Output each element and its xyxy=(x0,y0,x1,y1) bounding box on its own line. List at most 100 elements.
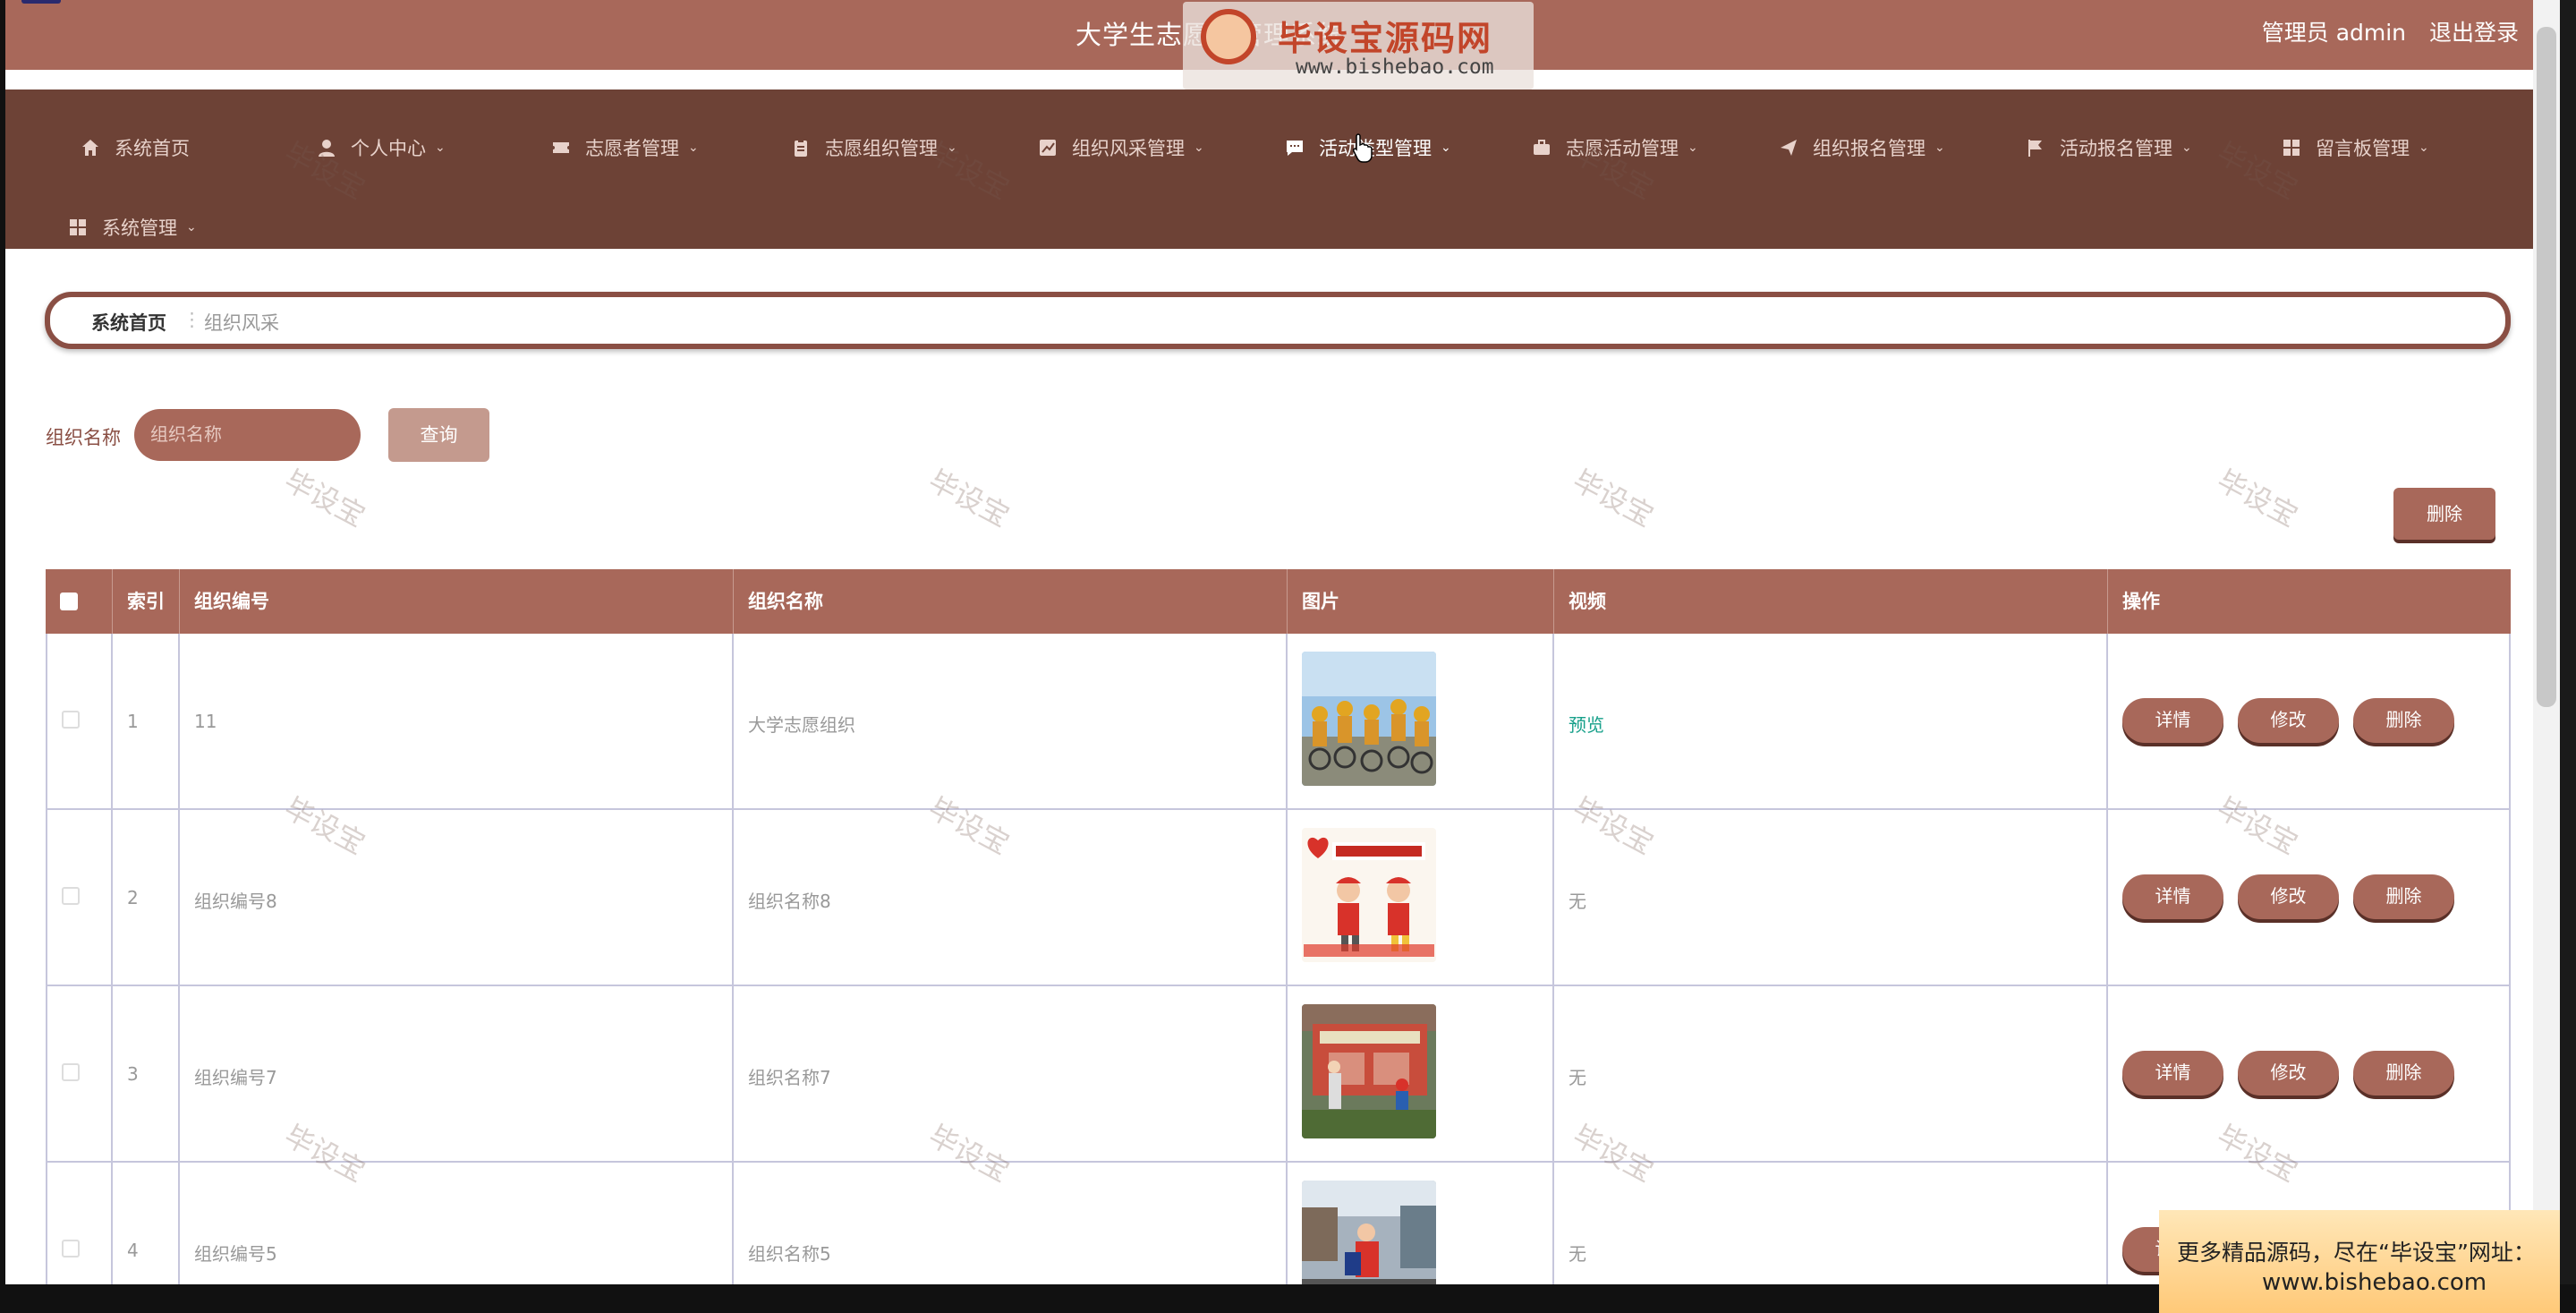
video-text: 无 xyxy=(1569,891,1586,912)
delete-button[interactable]: 删除 xyxy=(2353,698,2454,743)
video-cell: 无 xyxy=(1554,986,2108,1163)
chevron-down-icon: ⌄ xyxy=(1194,141,1204,155)
column-header: 组织名称 xyxy=(734,569,1288,634)
nav-item-system[interactable]: 系统管理 ⌄ xyxy=(68,209,197,245)
code-cell: 11 xyxy=(180,634,734,810)
index-cell: 3 xyxy=(113,986,180,1163)
main-nav: 系统首页 个人中心 ⌄ 志愿者管理 ⌄ 志愿组织管理 ⌄ 组织风采管理 ⌄ 活动… xyxy=(5,90,2551,249)
column-header: 操作 xyxy=(2122,591,2160,612)
video-text: 无 xyxy=(1569,1067,1586,1088)
watermark-text: 毕设宝 xyxy=(2211,463,2304,534)
name-cell: 大学志愿组织 xyxy=(734,634,1288,810)
index-cell: 2 xyxy=(113,810,180,986)
mouse-cursor-icon xyxy=(1353,133,1373,163)
nav-label: 志愿者管理 xyxy=(585,138,679,159)
bulk-delete-button[interactable]: 删除 xyxy=(2393,488,2495,540)
image-cell xyxy=(1288,986,1554,1163)
nav-item-activity-signup[interactable]: 活动报名管理 ⌄ xyxy=(2026,130,2192,166)
send-icon xyxy=(1779,138,1798,158)
corner-fragment xyxy=(21,0,61,4)
nav-item-home[interactable]: 系统首页 xyxy=(81,130,190,166)
name-cell: 组织名称7 xyxy=(734,986,1288,1163)
nav-label: 留言板管理 xyxy=(2316,138,2410,159)
delete-button[interactable]: 删除 xyxy=(2353,1051,2454,1096)
user-label: 管理员 admin xyxy=(2261,20,2407,46)
edit-button[interactable]: 修改 xyxy=(2238,874,2339,919)
code-text: 11 xyxy=(194,711,217,732)
index-text: 4 xyxy=(127,1240,139,1261)
watermark-text: 毕设宝 xyxy=(278,463,371,534)
grid-icon xyxy=(68,217,88,237)
chevron-down-icon: ⌄ xyxy=(1934,141,1945,155)
chevron-down-icon: ⌄ xyxy=(2181,141,2192,155)
detail-button[interactable]: 详情 xyxy=(2122,1051,2223,1096)
right-edge xyxy=(2560,0,2576,1313)
cyclists-photo[interactable] xyxy=(1302,652,1436,786)
row-checkbox[interactable] xyxy=(62,887,80,905)
nav-item-org-showcase[interactable]: 组织风采管理 ⌄ xyxy=(1038,130,1204,166)
index-cell: 1 xyxy=(113,634,180,810)
chevron-down-icon: ⌄ xyxy=(1688,141,1698,155)
table-row: 1 11 大学志愿组织 预览 详情 修改 删除 xyxy=(46,634,2511,810)
code-text: 组织编号5 xyxy=(194,1243,277,1265)
column-header: 图片 xyxy=(1288,569,1554,634)
header-checkbox-cell xyxy=(46,569,113,634)
breadcrumb: 系统首页 ⋮ 组织风采 xyxy=(45,292,2511,349)
search-label: 组织名称 xyxy=(46,427,121,448)
clipboard-icon xyxy=(791,138,811,158)
nav-label: 组织风采管理 xyxy=(1072,138,1185,159)
code-cell: 组织编号7 xyxy=(180,986,734,1163)
nav-item-org-signup[interactable]: 组织报名管理 ⌄ xyxy=(1779,130,1945,166)
row-checkbox[interactable] xyxy=(62,1063,80,1081)
detail-button[interactable]: 详情 xyxy=(2122,874,2223,919)
scrollbar-thumb[interactable] xyxy=(2537,27,2556,707)
row-checkbox-cell xyxy=(46,634,113,810)
edit-button[interactable]: 修改 xyxy=(2238,698,2339,743)
column-header: 视频 xyxy=(1554,569,2108,634)
breadcrumb-separator: ⋮ xyxy=(183,309,201,330)
nav-label: 组织报名管理 xyxy=(1813,138,1926,159)
row-checkbox[interactable] xyxy=(62,711,80,729)
chart-icon xyxy=(1038,138,1058,158)
logout-link[interactable]: 退出登录 xyxy=(2429,20,2519,46)
select-all-checkbox[interactable] xyxy=(60,593,78,610)
code-text: 组织编号8 xyxy=(194,891,277,912)
edit-button[interactable]: 修改 xyxy=(2238,1051,2339,1096)
chevron-down-icon: ⌄ xyxy=(688,141,699,155)
video-text: 无 xyxy=(1569,1243,1586,1265)
row-checkbox[interactable] xyxy=(62,1240,80,1258)
breadcrumb-home[interactable]: 系统首页 xyxy=(91,309,166,336)
column-header: 索引 xyxy=(113,569,180,634)
home-icon xyxy=(81,138,100,158)
nav-item-message-board[interactable]: 留言板管理 ⌄ xyxy=(2282,130,2429,166)
nav-label: 系统管理 xyxy=(102,217,177,239)
volunteer-day-poster[interactable] xyxy=(1302,828,1436,962)
detail-button[interactable]: 详情 xyxy=(2122,698,2223,743)
table-header: 索引 组织编号 组织名称 图片 视频 操作 xyxy=(46,569,2511,634)
ticket-icon xyxy=(551,138,571,158)
delete-button[interactable]: 删除 xyxy=(2353,874,2454,919)
user-area: 管理员 admin 退出登录 xyxy=(2246,15,2519,47)
search-input[interactable] xyxy=(134,409,361,461)
image-cell xyxy=(1288,634,1554,810)
briefcase-icon xyxy=(1532,138,1552,158)
nav-item-volunteer[interactable]: 志愿者管理 ⌄ xyxy=(551,130,699,166)
search-button[interactable]: 查询 xyxy=(388,408,489,462)
video-preview-link[interactable]: 预览 xyxy=(1569,711,1604,737)
nav-label: 系统首页 xyxy=(115,138,190,159)
nav-label: 个人中心 xyxy=(351,138,426,159)
name-text: 组织名称7 xyxy=(748,1067,831,1088)
logo-icon xyxy=(1201,9,1256,64)
flag-icon xyxy=(2026,138,2045,158)
bulletin-board-photo[interactable] xyxy=(1302,1004,1436,1138)
code-cell: 组织编号8 xyxy=(180,810,734,986)
table-row: 2 组织编号8 组织名称8 无 详情 修改 删除 xyxy=(46,810,2511,986)
chevron-down-icon: ⌄ xyxy=(1441,141,1451,155)
promo-banner[interactable]: 更多精品源码，尽在“毕设宝”网址： www.bishebao.com xyxy=(2159,1210,2560,1313)
chevron-down-icon: ⌄ xyxy=(2419,141,2429,155)
promo-text: 更多精品源码，尽在“毕设宝”网址： xyxy=(2177,1240,2536,1266)
index-text: 1 xyxy=(127,711,139,732)
name-text: 组织名称5 xyxy=(748,1243,831,1265)
breadcrumb-current: 组织风采 xyxy=(204,312,279,334)
table-row: 3 组织编号7 组织名称7 无 详情 修改 删除 xyxy=(46,986,2511,1163)
